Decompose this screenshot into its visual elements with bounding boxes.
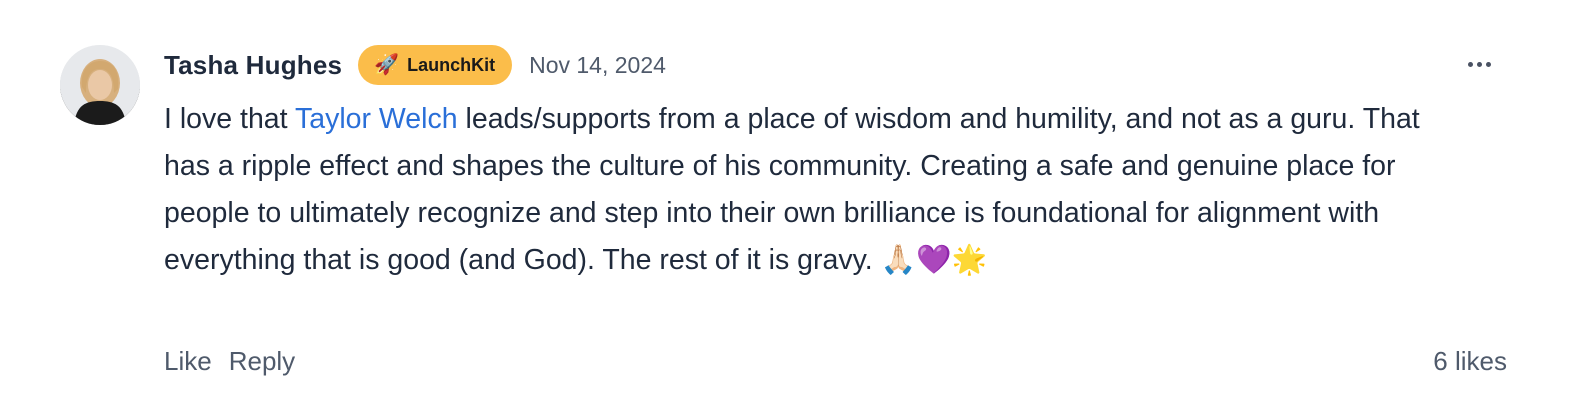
comment-date[interactable]: Nov 14, 2024 bbox=[529, 52, 666, 79]
user-mention-link[interactable]: Taylor Welch bbox=[295, 103, 458, 135]
rocket-icon: 🚀 bbox=[374, 54, 400, 76]
like-button[interactable]: Like bbox=[164, 346, 212, 377]
comment-body-prefix: I love that bbox=[164, 103, 295, 135]
badge-label: LaunchKit bbox=[407, 54, 496, 75]
group-badge[interactable]: 🚀 LaunchKit bbox=[358, 45, 513, 85]
avatar[interactable] bbox=[60, 45, 140, 125]
more-dot bbox=[1485, 61, 1491, 67]
likes-count[interactable]: 6 likes bbox=[1433, 346, 1507, 377]
more-horizontal-icon bbox=[1467, 61, 1473, 67]
more-options-button[interactable] bbox=[1462, 50, 1496, 78]
more-dot bbox=[1476, 61, 1482, 67]
comment-card: Tasha Hughes 🚀 LaunchKit Nov 14, 2024 I … bbox=[0, 0, 1596, 406]
comment-header: Tasha Hughes 🚀 LaunchKit Nov 14, 2024 bbox=[164, 44, 666, 86]
comment-actions: Like Reply bbox=[164, 346, 312, 377]
avatar-portrait bbox=[60, 45, 140, 125]
comment-body: I love that Taylor Welch leads/supports … bbox=[164, 96, 1434, 284]
author-name[interactable]: Tasha Hughes bbox=[164, 50, 342, 81]
reply-button[interactable]: Reply bbox=[229, 346, 295, 377]
